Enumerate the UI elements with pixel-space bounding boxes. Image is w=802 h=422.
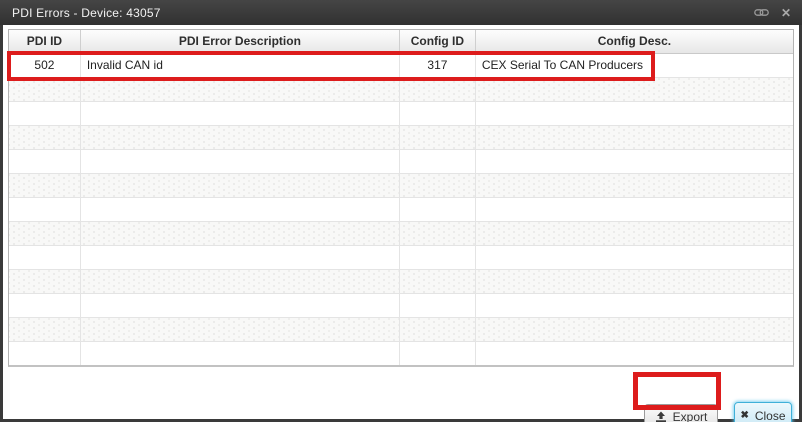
table-row-empty: [9, 126, 793, 150]
table-cell: [81, 198, 400, 221]
table-cell: [476, 246, 793, 269]
close-icon[interactable]: ✕: [778, 5, 794, 21]
table-cell: [476, 126, 793, 149]
table-cell: [9, 174, 81, 197]
table-cell: [9, 198, 81, 221]
table-row-empty: [9, 102, 793, 126]
table-cell: CEX Serial To CAN Producers: [476, 54, 793, 77]
table-cell: [400, 270, 476, 293]
table-cell: [81, 246, 400, 269]
table-cell: [400, 198, 476, 221]
table-cell: [400, 174, 476, 197]
table-cell: [476, 270, 793, 293]
table-row-empty: [9, 174, 793, 198]
column-header-pdi-id[interactable]: PDI ID: [9, 30, 81, 53]
pdi-errors-dialog: PDI Errors - Device: 43057 ✕ PDI IDPDI E…: [0, 0, 802, 422]
table-cell: [81, 174, 400, 197]
table-cell: [9, 78, 81, 101]
table-row[interactable]: 502Invalid CAN id317CEX Serial To CAN Pr…: [9, 54, 793, 78]
table-cell: [400, 126, 476, 149]
table-cell: [400, 222, 476, 245]
table-row-empty: [9, 294, 793, 318]
table-cell: 317: [400, 54, 476, 77]
link-icon[interactable]: [753, 5, 769, 21]
dialog-title: PDI Errors - Device: 43057: [12, 6, 753, 20]
table-cell: [81, 270, 400, 293]
table-row-empty: [9, 150, 793, 174]
table-cell: [81, 294, 400, 317]
table-cell: [400, 294, 476, 317]
table-row-empty: [9, 78, 793, 102]
close-button[interactable]: ✖ Close: [734, 402, 792, 422]
table-cell: [9, 126, 81, 149]
close-button-label: Close: [755, 409, 786, 422]
table-cell: [400, 342, 476, 365]
table-cell: [476, 318, 793, 341]
table-cell: [476, 150, 793, 173]
table-cell: [9, 102, 81, 125]
table-cell: [476, 294, 793, 317]
table-cell: [81, 126, 400, 149]
table-cell: [81, 342, 400, 365]
table-cell: Invalid CAN id: [81, 54, 400, 77]
table-cell: [9, 318, 81, 341]
table-row-empty: [9, 318, 793, 342]
table-cell: [400, 78, 476, 101]
titlebar[interactable]: PDI Errors - Device: 43057 ✕: [0, 0, 802, 25]
table-header-row: PDI IDPDI Error DescriptionConfig IDConf…: [9, 30, 793, 54]
table-cell: [476, 78, 793, 101]
table-cell: [476, 102, 793, 125]
export-button-label: Export: [673, 410, 708, 422]
table-cell: [476, 342, 793, 365]
table-row-empty: [9, 270, 793, 294]
table-cell: [81, 150, 400, 173]
table-cell: [476, 174, 793, 197]
table-cell: [9, 294, 81, 317]
column-header-config-id[interactable]: Config ID: [400, 30, 476, 53]
table-cell: [81, 102, 400, 125]
table-cell: [81, 222, 400, 245]
table-row-empty: [9, 222, 793, 246]
dialog-content: PDI IDPDI Error DescriptionConfig IDConf…: [3, 25, 799, 419]
table-cell: [400, 102, 476, 125]
table-cell: 502: [9, 54, 81, 77]
upload-icon: [655, 411, 667, 422]
table-cell: [9, 150, 81, 173]
table-row-empty: [9, 342, 793, 365]
table-row-empty: [9, 198, 793, 222]
table-cell: [9, 270, 81, 293]
table-cell: [9, 342, 81, 365]
column-header-config-desc[interactable]: Config Desc.: [476, 30, 793, 53]
export-button[interactable]: Export: [644, 404, 718, 422]
table-cell: [400, 150, 476, 173]
table-cell: [400, 246, 476, 269]
table-cell: [9, 222, 81, 245]
table-cell: [476, 198, 793, 221]
table-cell: [400, 318, 476, 341]
table-cell: [9, 246, 81, 269]
table-cell: [81, 78, 400, 101]
column-header-pdi-error-description[interactable]: PDI Error Description: [81, 30, 400, 53]
pdi-errors-table: PDI IDPDI Error DescriptionConfig IDConf…: [8, 29, 794, 367]
table-cell: [476, 222, 793, 245]
table-row-empty: [9, 246, 793, 270]
x-icon: ✖: [740, 411, 748, 421]
link-icon-glyph: [754, 8, 769, 17]
table-cell: [81, 318, 400, 341]
